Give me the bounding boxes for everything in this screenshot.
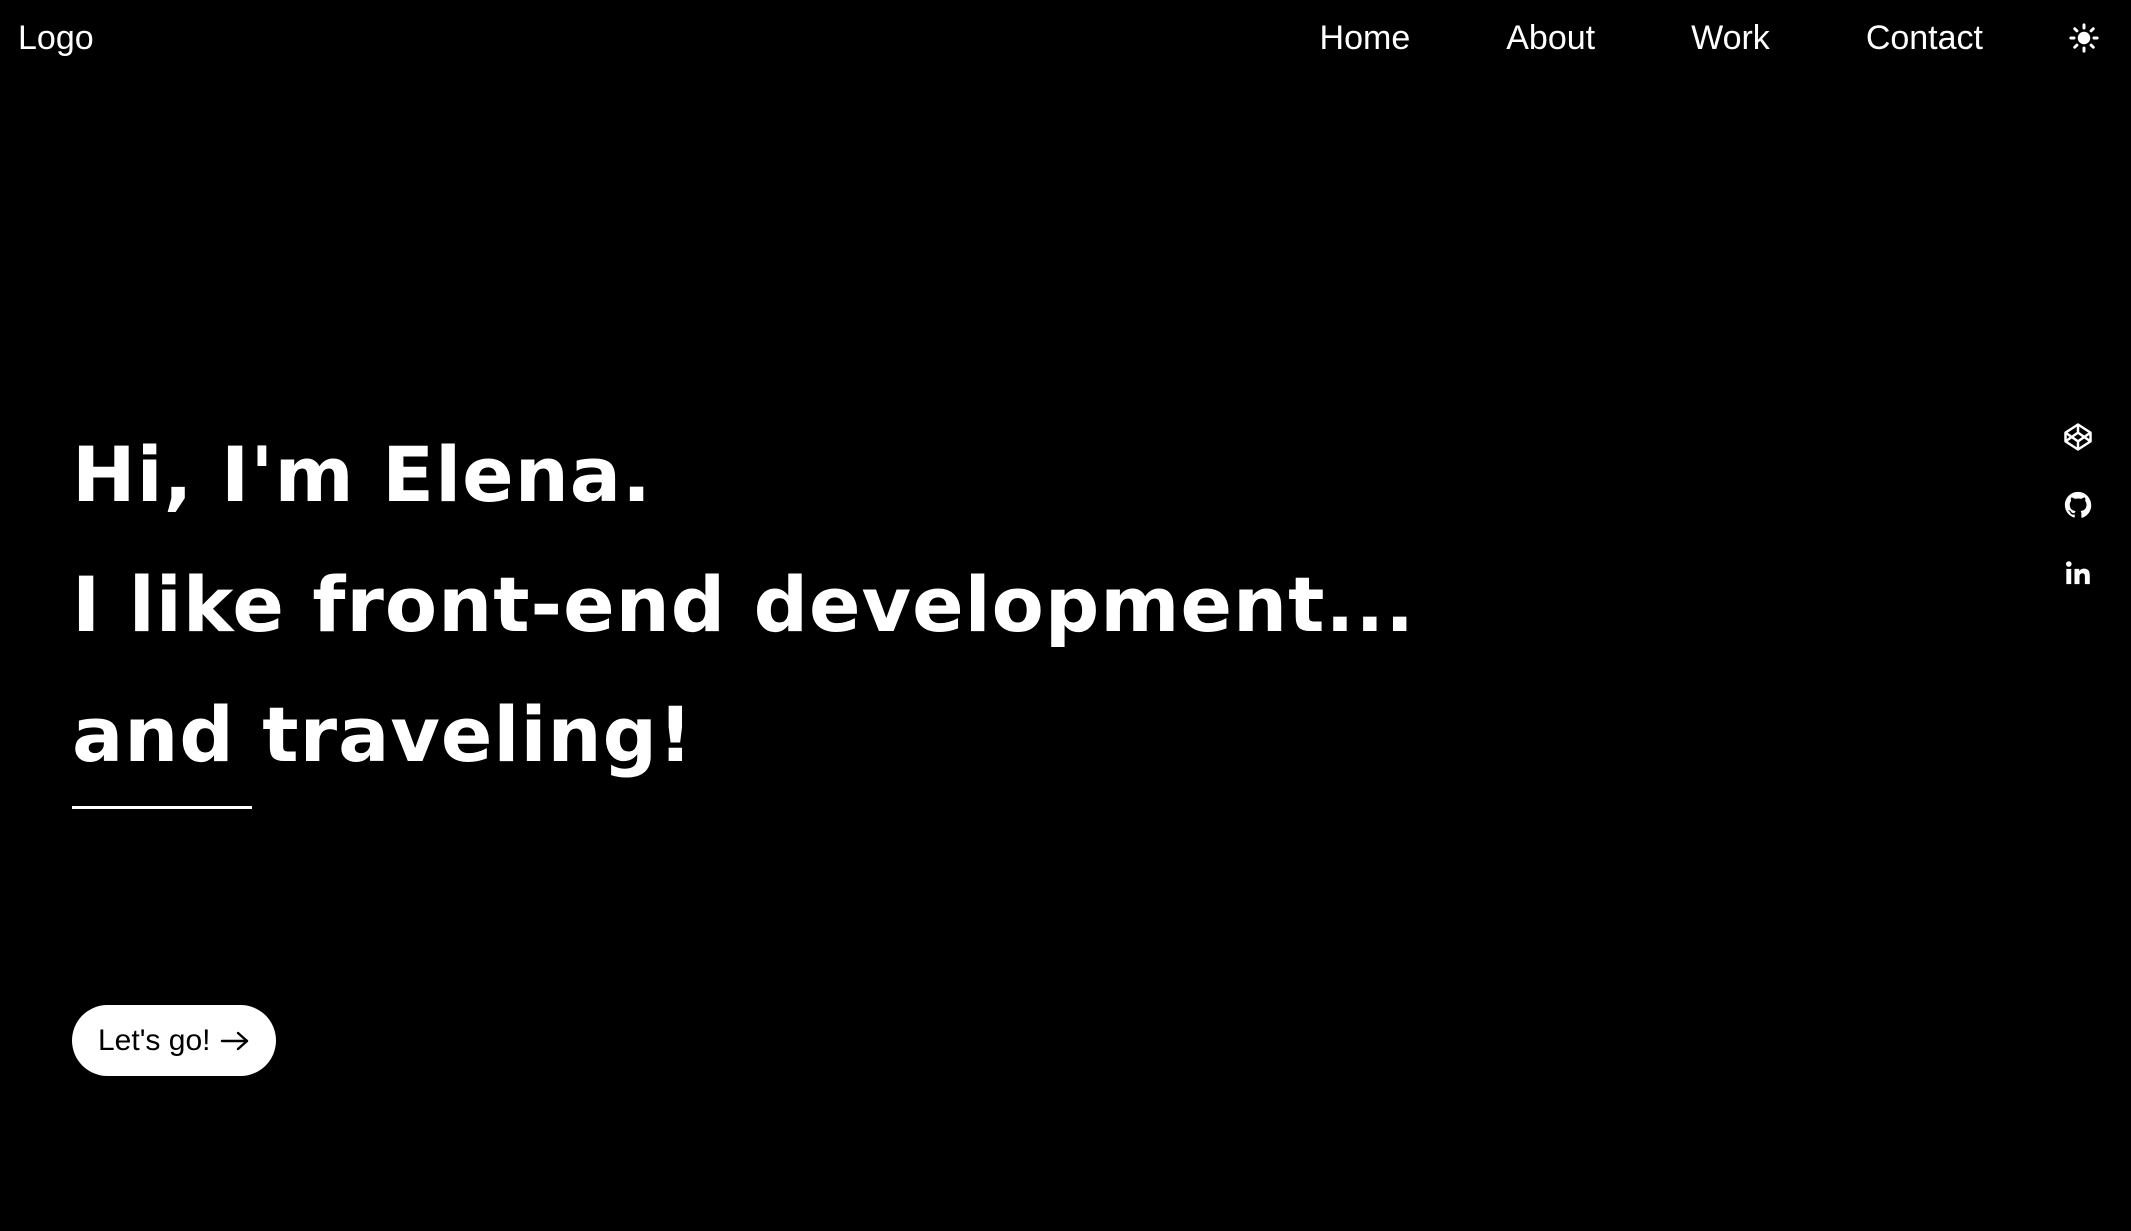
sun-icon	[2069, 23, 2099, 53]
hero-tagline-end: and traveling!	[72, 690, 694, 779]
nav-home-link[interactable]: Home	[1320, 16, 1411, 60]
arrow-right-icon	[220, 1030, 250, 1052]
github-icon	[2064, 491, 2092, 518]
nav-about-link[interactable]: About	[1506, 16, 1595, 60]
linkedin-link[interactable]	[2061, 556, 2095, 590]
social-links	[2061, 420, 2095, 624]
nav-contact-link[interactable]: Contact	[1866, 16, 1983, 60]
linkedin-icon	[2065, 561, 2090, 585]
hero-tagline: I like front-end development...	[72, 560, 1416, 649]
github-link[interactable]	[2061, 488, 2095, 522]
theme-toggle-button[interactable]	[2067, 21, 2101, 55]
hero-divider	[72, 806, 252, 809]
codepen-link[interactable]	[2061, 420, 2095, 454]
hero-section: Hi, I'm Elena. I like front-end developm…	[72, 410, 1415, 800]
codepen-icon	[2064, 423, 2092, 451]
hero-greeting: Hi, I'm Elena.	[72, 430, 652, 519]
main-nav: Home About Work Contact	[1320, 16, 2131, 60]
nav-work-link[interactable]: Work	[1691, 16, 1770, 60]
lets-go-button[interactable]: Let's go!	[72, 1005, 277, 1076]
page: Logo Home About Work Contact Hi, I'm Ele…	[0, 0, 2131, 1231]
logo-link[interactable]: Logo	[18, 16, 94, 60]
lets-go-label: Let's go!	[98, 1023, 211, 1057]
